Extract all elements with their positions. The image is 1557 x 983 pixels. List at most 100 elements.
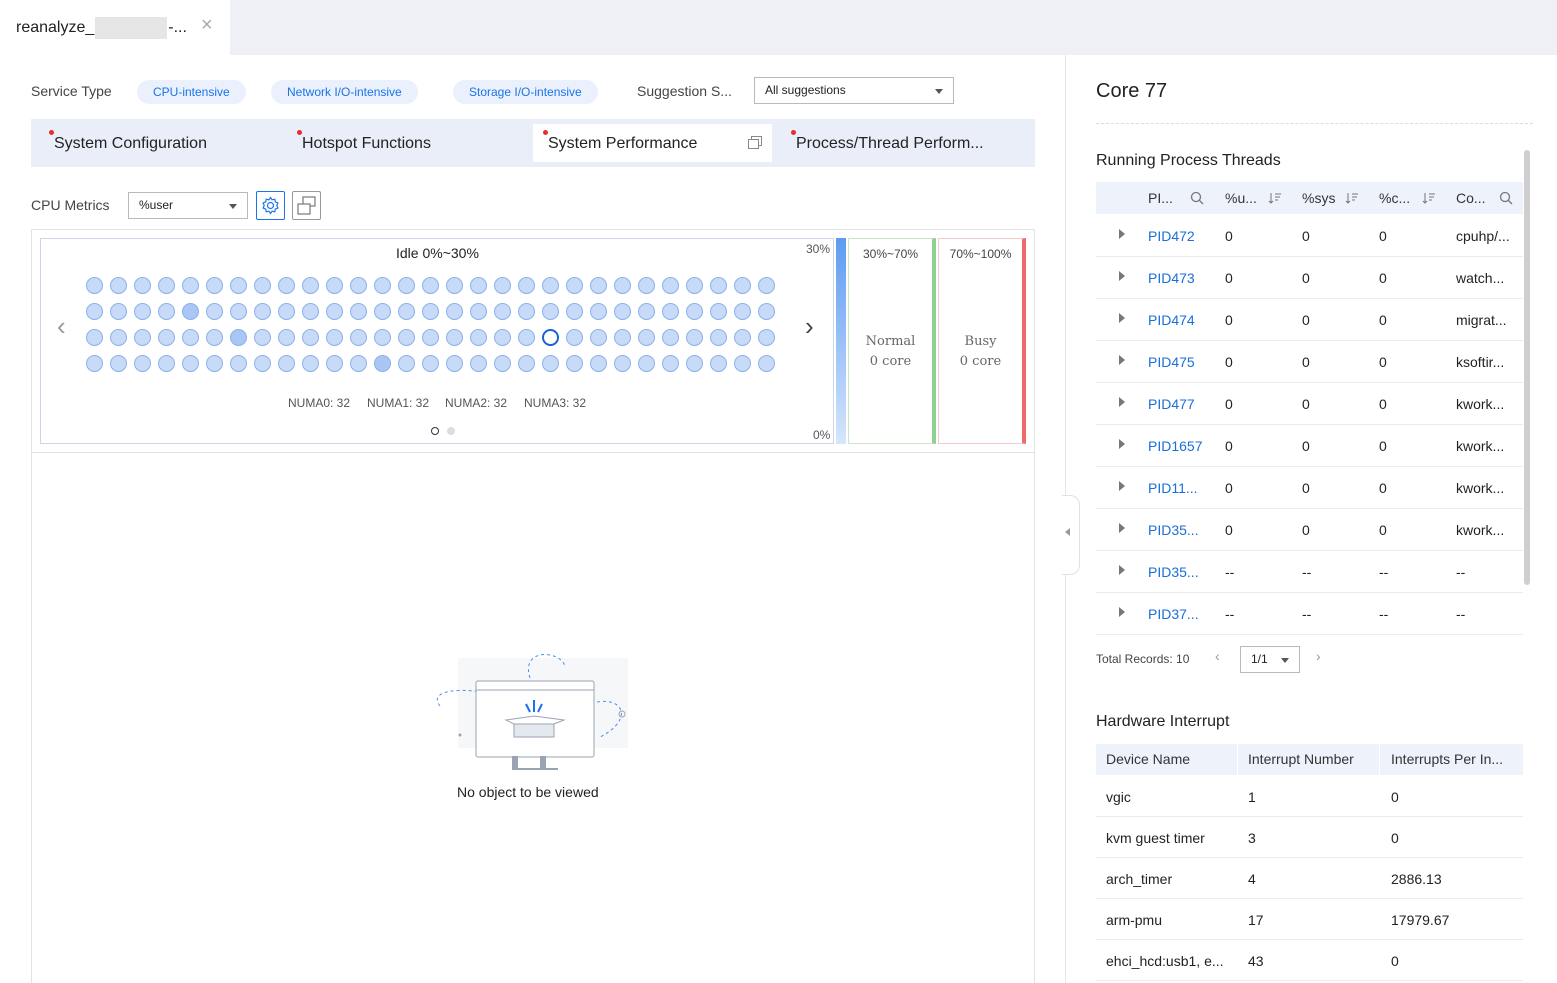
pid-link[interactable]: PID35... — [1148, 564, 1199, 580]
cpu-core-cell[interactable] — [470, 277, 487, 294]
cpu-core-cell[interactable] — [662, 355, 679, 372]
cpu-core-cell[interactable] — [710, 355, 727, 372]
cpu-core-cell[interactable] — [566, 277, 583, 294]
cpu-core-cell[interactable] — [566, 329, 583, 346]
cpu-core-cell[interactable] — [542, 355, 559, 372]
cpu-core-cell[interactable] — [470, 355, 487, 372]
cpu-core-cell[interactable] — [542, 303, 559, 320]
pid-link[interactable]: PID472 — [1148, 228, 1195, 244]
cpu-core-cell[interactable] — [638, 277, 655, 294]
cpu-core-cell[interactable] — [734, 329, 751, 346]
cpu-core-cell[interactable] — [446, 329, 463, 346]
cpu-core-cell[interactable] — [182, 277, 199, 294]
cpu-core-cell[interactable] — [350, 355, 367, 372]
cpu-core-cell[interactable] — [758, 277, 775, 294]
cpu-core-cell[interactable] — [758, 303, 775, 320]
cpu-core-cell[interactable] — [158, 277, 175, 294]
cpu-core-cell[interactable] — [710, 329, 727, 346]
cpu-core-cell[interactable] — [350, 277, 367, 294]
service-type-storage-chip[interactable]: Storage I/O-intensive — [453, 80, 598, 104]
cpu-core-cell[interactable] — [110, 303, 127, 320]
cpu-core-cell[interactable] — [374, 303, 391, 320]
col-cpu-header[interactable]: %c... — [1379, 190, 1410, 206]
cpu-core-cell[interactable] — [374, 355, 391, 372]
cpu-core-cell[interactable] — [398, 355, 415, 372]
cpu-core-cell[interactable] — [494, 329, 511, 346]
table-row[interactable]: PID1657 0 0 0 kwork... — [1096, 425, 1523, 467]
cpu-core-cell[interactable] — [446, 303, 463, 320]
table-row[interactable]: PID35... -- -- -- -- — [1096, 551, 1523, 593]
table-row[interactable]: PID472 0 0 0 cpuhp/... — [1096, 215, 1523, 257]
cpu-core-cell[interactable] — [206, 329, 223, 346]
cpu-core-cell[interactable] — [494, 355, 511, 372]
service-type-cpu-chip[interactable]: CPU-intensive — [137, 80, 246, 104]
cpu-core-cell[interactable] — [230, 329, 247, 346]
cpu-core-cell[interactable] — [158, 303, 175, 320]
table-row[interactable]: PID473 0 0 0 watch... — [1096, 257, 1523, 299]
cpu-core-cell[interactable] — [254, 277, 271, 294]
cpu-core-cell[interactable] — [326, 329, 343, 346]
analysis-tab[interactable]: reanalyze_ -... × — [0, 0, 230, 55]
pid-link[interactable]: PID477 — [1148, 396, 1195, 412]
cpu-core-cell[interactable] — [662, 277, 679, 294]
expand-caret-icon[interactable] — [1119, 439, 1125, 449]
cpu-core-cell[interactable] — [182, 355, 199, 372]
cpu-core-cell[interactable] — [278, 329, 295, 346]
cpu-core-cell[interactable] — [518, 329, 535, 346]
cpu-core-cell[interactable] — [86, 303, 103, 320]
sort-icon[interactable] — [1268, 191, 1282, 205]
cpu-core-cell[interactable] — [590, 355, 607, 372]
cpu-core-cell[interactable] — [158, 329, 175, 346]
cpu-core-cell[interactable] — [350, 303, 367, 320]
col-pid-header[interactable]: PI... — [1148, 190, 1173, 206]
pid-link[interactable]: PID473 — [1148, 270, 1195, 286]
cpu-core-cell[interactable] — [614, 355, 631, 372]
cpu-core-cell[interactable] — [254, 303, 271, 320]
cpu-core-cell[interactable] — [134, 277, 151, 294]
cpu-core-cell[interactable] — [374, 329, 391, 346]
expand-caret-icon[interactable] — [1119, 481, 1125, 491]
cpu-core-cell[interactable] — [86, 277, 103, 294]
expand-caret-icon[interactable] — [1119, 355, 1125, 365]
cpu-core-cell[interactable] — [686, 355, 703, 372]
page-select[interactable]: 1/1 — [1240, 646, 1300, 673]
pid-link[interactable]: PID474 — [1148, 312, 1195, 328]
cpu-core-cell[interactable] — [206, 277, 223, 294]
table-row[interactable]: PID37... -- -- -- -- — [1096, 593, 1523, 635]
cpu-core-cell[interactable] — [494, 277, 511, 294]
cpu-core-cell[interactable] — [110, 277, 127, 294]
cpu-core-cell[interactable] — [398, 303, 415, 320]
col-user-header[interactable]: %u... — [1225, 190, 1257, 206]
cpu-core-cell[interactable] — [254, 329, 271, 346]
cpu-core-cell[interactable] — [254, 355, 271, 372]
cpu-core-cell[interactable] — [278, 355, 295, 372]
cpu-core-cell[interactable] — [686, 277, 703, 294]
chevron-left-icon[interactable]: ‹ — [57, 313, 66, 339]
cpu-core-cell[interactable] — [302, 355, 319, 372]
cpu-core-cell[interactable] — [446, 277, 463, 294]
expand-caret-icon[interactable] — [1119, 313, 1125, 323]
table-row[interactable]: PID475 0 0 0 ksoftir... — [1096, 341, 1523, 383]
sort-icon[interactable] — [1422, 191, 1436, 205]
cpu-core-cell[interactable] — [134, 329, 151, 346]
cpu-core-cell[interactable] — [734, 355, 751, 372]
pid-link[interactable]: PID35... — [1148, 522, 1199, 538]
cpu-core-cell[interactable] — [326, 303, 343, 320]
cpu-core-cell[interactable] — [302, 303, 319, 320]
expand-caret-icon[interactable] — [1119, 523, 1125, 533]
pid-link[interactable]: PID1657 — [1148, 438, 1202, 454]
cpu-core-cell[interactable] — [326, 277, 343, 294]
search-icon[interactable] — [1499, 191, 1513, 205]
cpu-core-cell[interactable] — [590, 303, 607, 320]
service-type-network-chip[interactable]: Network I/O-intensive — [271, 80, 418, 104]
cpu-core-cell[interactable] — [158, 355, 175, 372]
expand-caret-icon[interactable] — [1119, 229, 1125, 239]
cpu-core-cell[interactable] — [422, 277, 439, 294]
chevron-right-icon[interactable]: › — [805, 313, 814, 339]
subtab-system-performance[interactable]: System Performance — [533, 124, 772, 162]
cpu-core-cell[interactable] — [710, 303, 727, 320]
cpu-core-cell[interactable] — [686, 329, 703, 346]
pid-link[interactable]: PID37... — [1148, 606, 1199, 622]
pid-link[interactable]: PID475 — [1148, 354, 1195, 370]
cpu-core-cell[interactable] — [566, 303, 583, 320]
